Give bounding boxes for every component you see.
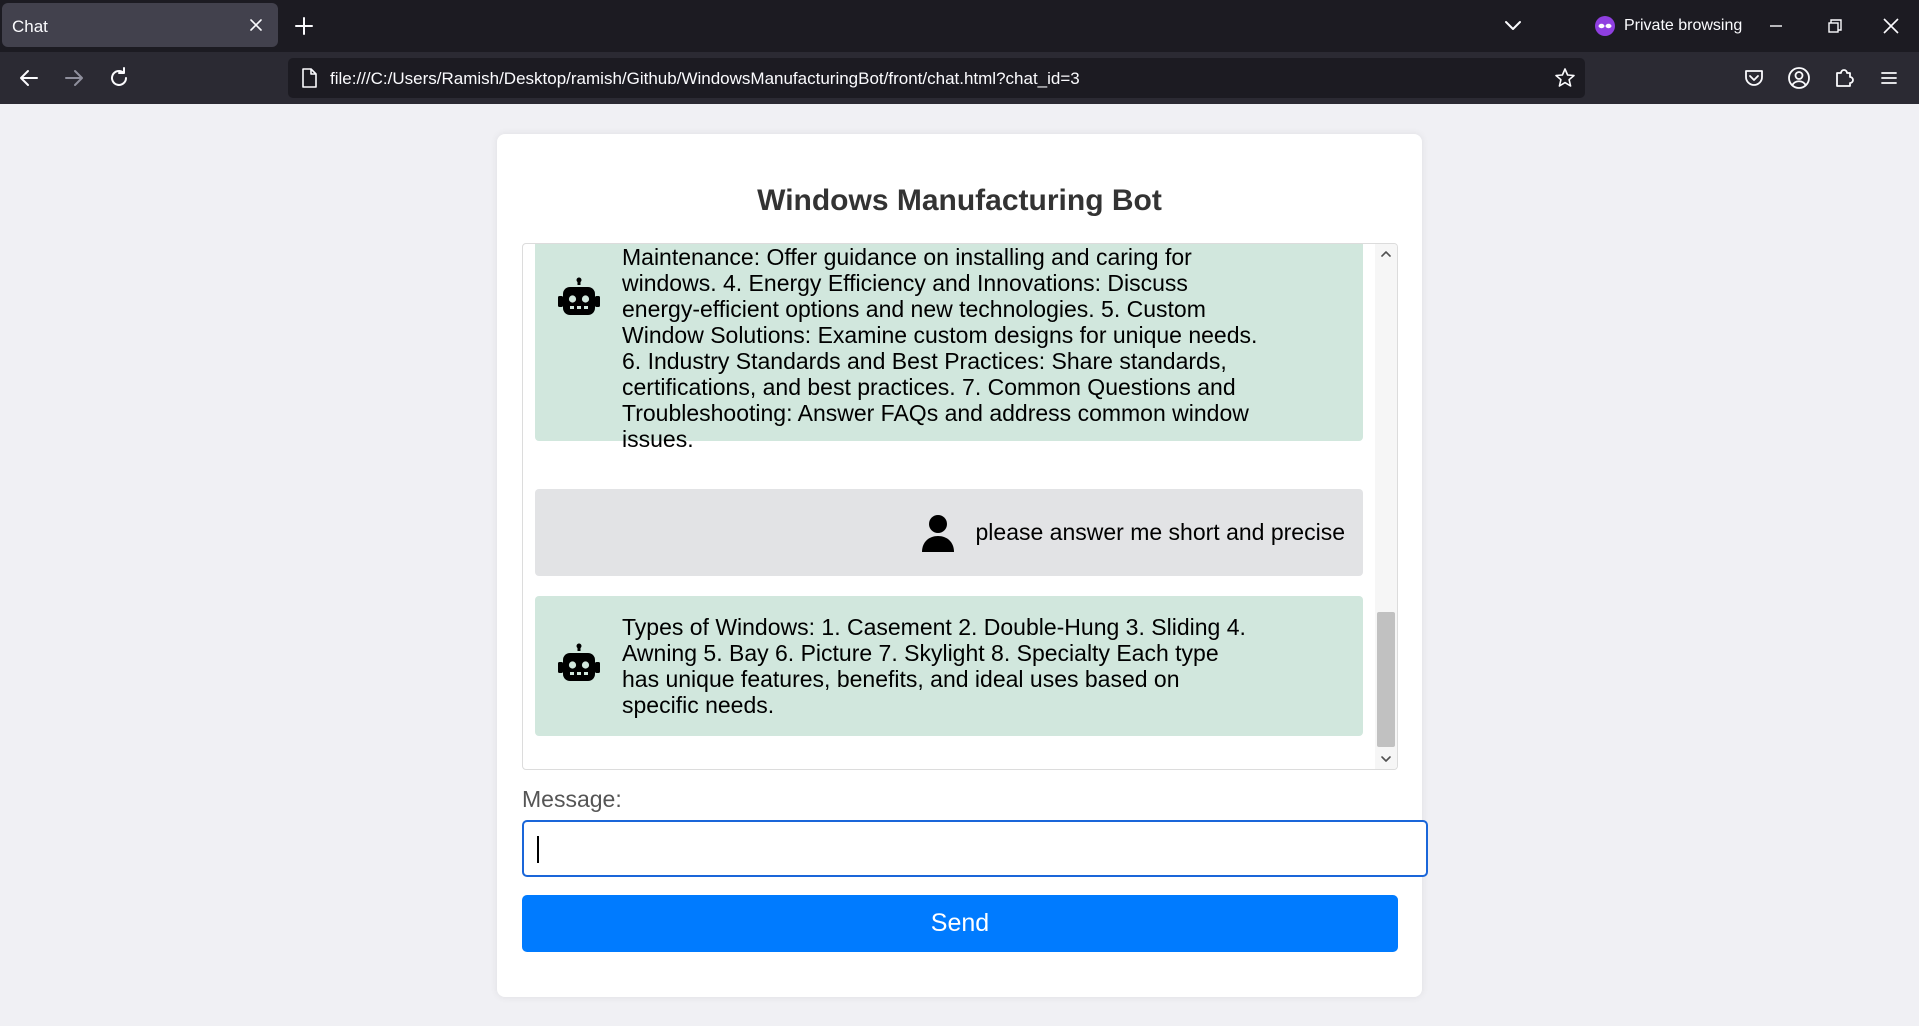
address-bar[interactable]: file:///C:/Users/Ramish/Desktop/ramish/G… <box>288 58 1585 98</box>
restore-window-icon[interactable] <box>1822 14 1846 38</box>
private-mask-icon <box>1594 15 1616 37</box>
chat-scrollbar[interactable] <box>1375 244 1397 769</box>
robot-icon <box>556 643 602 689</box>
page-title: Windows Manufacturing Bot <box>757 184 1162 217</box>
reload-icon[interactable] <box>105 64 133 92</box>
bot-message-text: Maintenance: Offer guidance on installin… <box>622 244 1258 452</box>
bot-message: Maintenance: Offer guidance on installin… <box>535 244 1363 452</box>
user-message: please answer me short and precise <box>535 489 1363 576</box>
private-browsing-label: Private browsing <box>1624 17 1743 34</box>
forward-arrow-icon[interactable] <box>60 64 88 92</box>
pocket-icon[interactable] <box>1741 65 1767 91</box>
url-text[interactable]: file:///C:/Users/Ramish/Desktop/ramish/G… <box>330 69 1080 89</box>
list-all-tabs-chevron-icon[interactable] <box>1500 13 1526 39</box>
account-icon[interactable] <box>1786 65 1812 91</box>
chat-card: Windows Manufacturing Bot Maintenance: O… <box>497 134 1428 997</box>
close-window-icon[interactable] <box>1878 13 1904 39</box>
navigation-toolbar: file:///C:/Users/Ramish/Desktop/ramish/G… <box>0 52 1919 104</box>
tab-close-icon[interactable] <box>246 15 266 35</box>
new-tab-plus-icon[interactable] <box>292 14 316 38</box>
tab-title: Chat <box>12 17 48 36</box>
menu-hamburger-icon[interactable] <box>1876 65 1902 91</box>
user-icon <box>920 514 956 554</box>
extensions-puzzle-icon[interactable] <box>1831 65 1857 91</box>
active-tab[interactable]: Chat <box>2 3 278 47</box>
back-arrow-icon[interactable] <box>15 64 43 92</box>
minimize-window-icon[interactable] <box>1764 14 1788 38</box>
scroll-up-arrow-icon[interactable] <box>1378 246 1394 262</box>
private-browsing-indicator: Private browsing <box>1594 14 1742 38</box>
text-caret <box>537 836 539 863</box>
message-label: Message: <box>522 786 622 812</box>
tab-strip: Chat Private browsing <box>0 0 1919 52</box>
scroll-down-arrow-icon[interactable] <box>1378 751 1394 767</box>
send-button[interactable]: Send <box>522 895 1398 952</box>
scrollbar-thumb[interactable] <box>1377 612 1395 747</box>
robot-icon <box>556 277 602 323</box>
bot-message: Types of Windows: 1. Casement 2. Double-… <box>535 596 1363 736</box>
bot-message-text: Types of Windows: 1. Casement 2. Double-… <box>622 614 1246 718</box>
page-document-icon <box>298 67 320 89</box>
bookmark-star-icon[interactable] <box>1553 66 1577 90</box>
chat-messages-container[interactable]: Maintenance: Offer guidance on installin… <box>522 243 1398 770</box>
user-message-text: please answer me short and precise <box>975 519 1345 545</box>
message-input[interactable] <box>522 820 1428 877</box>
